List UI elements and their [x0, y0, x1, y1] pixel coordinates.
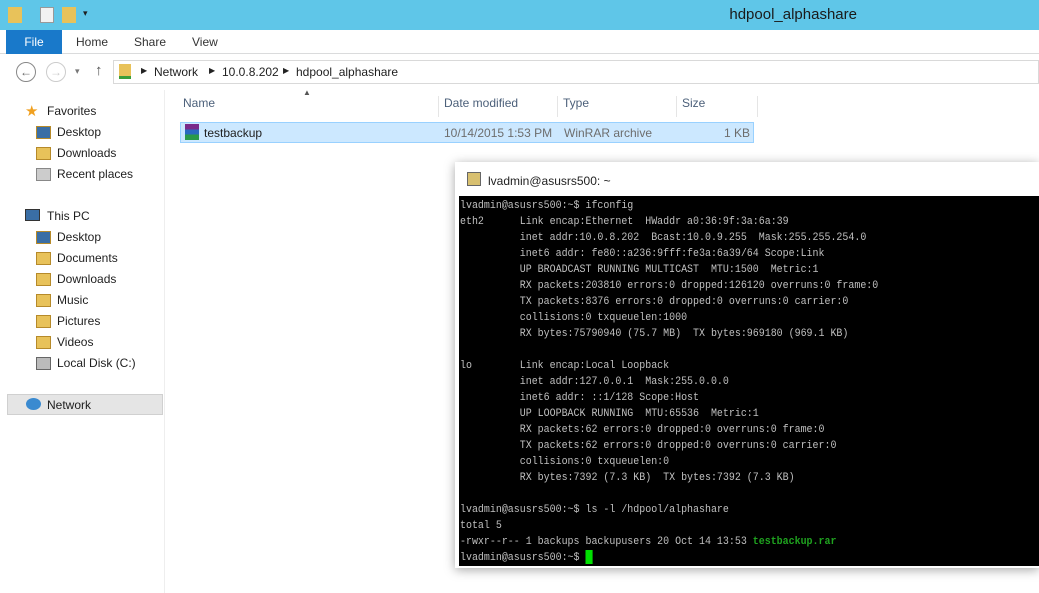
file-name[interactable]: testbackup	[204, 126, 262, 140]
terminal-cursor	[585, 550, 593, 565]
music-icon	[36, 294, 51, 307]
ls-entry: -rwxr--r-- 1 backups backupusers 20 Oct …	[460, 536, 753, 548]
sidebar-item-pictures[interactable]: Pictures	[57, 314, 100, 328]
downloads-icon	[36, 147, 51, 160]
recent-locations-chevron-icon[interactable]: ▾	[75, 66, 80, 77]
terminal-line: eth2 Link encap:Ethernet HWaddr a0:36:9f…	[460, 216, 789, 228]
breadcrumb-network[interactable]: Network	[154, 65, 198, 79]
putty-icon	[467, 172, 481, 186]
sidebar-item-desktop[interactable]: Desktop	[57, 125, 101, 139]
sidebar-item-music[interactable]: Music	[57, 293, 88, 307]
terminal-line: TX packets:8376 errors:0 dropped:0 overr…	[460, 296, 849, 308]
terminal-line: inet addr:10.0.8.202 Bcast:10.0.9.255 Ma…	[460, 232, 867, 244]
terminal-line: RX packets:62 errors:0 dropped:0 overrun…	[460, 424, 825, 436]
terminal-line: RX bytes:7392 (7.3 KB) TX bytes:7392 (7.…	[460, 472, 795, 484]
sidebar-item-local-disk[interactable]: Local Disk (C:)	[57, 356, 136, 370]
terminal-line: collisions:0 txqueuelen:0	[460, 456, 670, 468]
back-button[interactable]: ←	[16, 62, 36, 82]
window-title: hdpool_alphashare	[729, 6, 857, 23]
sidebar-item-documents[interactable]: Documents	[57, 251, 118, 265]
file-type: WinRAR archive	[564, 126, 653, 140]
this-pc-icon	[25, 209, 40, 221]
file-date: 10/14/2015 1:53 PM	[444, 126, 553, 140]
local-disk-icon	[36, 357, 51, 370]
column-name[interactable]: Name	[178, 96, 439, 117]
terminal-line: UP BROADCAST RUNNING MULTICAST MTU:1500 …	[460, 264, 819, 276]
network-icon	[26, 398, 41, 410]
file-size: 1 KB	[723, 126, 750, 140]
column-date-modified[interactable]: Date modified	[439, 96, 558, 117]
terminal-line: inet6 addr: ::1/128 Scope:Host	[460, 392, 700, 404]
sidebar-network[interactable]: Network	[47, 398, 91, 412]
terminal-line: lo Link encap:Local Loopback	[460, 360, 670, 372]
network-folder-icon	[119, 64, 131, 79]
terminal-output[interactable]: lvadmin@asusrs500:~$ ifconfig eth2 Link e…	[459, 196, 1039, 566]
sidebar-item-pc-desktop[interactable]: Desktop	[57, 230, 101, 244]
terminal-line: TX packets:62 errors:0 dropped:0 overrun…	[460, 440, 837, 452]
prompt: lvadmin@asusrs500:~$	[460, 552, 586, 564]
breadcrumb-arrow-icon: ▶	[141, 66, 148, 75]
winrar-archive-icon	[185, 124, 199, 140]
breadcrumb-arrow-icon: ▶	[209, 66, 216, 75]
terminal-line: collisions:0 txqueuelen:1000	[460, 312, 688, 324]
terminal-line: UP LOOPBACK RUNNING MTU:65536 Metric:1	[460, 408, 759, 420]
breadcrumb-arrow-icon: ▶	[283, 66, 290, 75]
downloads-icon	[36, 273, 51, 286]
desktop-icon	[36, 231, 51, 244]
tab-share[interactable]: Share	[134, 30, 166, 54]
sidebar-item-videos[interactable]: Videos	[57, 335, 93, 349]
tab-file[interactable]: File	[6, 30, 62, 54]
sidebar-item-recent-places[interactable]: Recent places	[57, 167, 133, 181]
pictures-icon	[36, 315, 51, 328]
tab-home[interactable]: Home	[76, 30, 108, 54]
terminal-line: inet6 addr: fe80::a236:9fff:fe3a:6a39/64…	[460, 248, 825, 260]
terminal-line: lvadmin@asusrs500:~$ ls -l /hdpool/alpha…	[460, 504, 729, 516]
ls-filename: testbackup.rar	[752, 536, 837, 548]
terminal-title: lvadmin@asusrs500: ~	[488, 174, 611, 188]
tab-view[interactable]: View	[192, 30, 218, 54]
column-size[interactable]: Size	[677, 96, 758, 117]
forward-button[interactable]: →	[46, 62, 66, 82]
terminal-line: inet addr:127.0.0.1 Mask:255.0.0.0	[460, 376, 729, 388]
sidebar-item-downloads[interactable]: Downloads	[57, 146, 116, 160]
breadcrumb-share[interactable]: hdpool_alphashare	[296, 65, 398, 79]
sidebar-divider	[164, 90, 165, 593]
terminal-line: RX bytes:75790940 (75.7 MB) TX bytes:969…	[460, 328, 849, 340]
up-button[interactable]: ↑	[95, 62, 103, 79]
terminal-line: -rwxr--r-- 1 backups backupusers 20 Oct …	[460, 534, 975, 550]
desktop-icon	[36, 126, 51, 139]
terminal-line: RX packets:203810 errors:0 dropped:12612…	[460, 280, 879, 292]
sidebar-favorites[interactable]: Favorites	[47, 104, 96, 118]
recent-places-icon	[36, 168, 51, 181]
documents-icon	[36, 252, 51, 265]
sidebar-item-pc-downloads[interactable]: Downloads	[57, 272, 116, 286]
terminal-line: total 5	[460, 520, 502, 532]
breadcrumb-host[interactable]: 10.0.8.202	[222, 65, 279, 79]
star-icon: ★	[25, 103, 39, 120]
column-type[interactable]: Type	[558, 96, 677, 117]
terminal-prompt-line: lvadmin@asusrs500:~$	[460, 550, 975, 566]
terminal-line: lvadmin@asusrs500:~$ ifconfig	[460, 200, 634, 212]
videos-icon	[36, 336, 51, 349]
sidebar-this-pc[interactable]: This PC	[47, 209, 90, 223]
